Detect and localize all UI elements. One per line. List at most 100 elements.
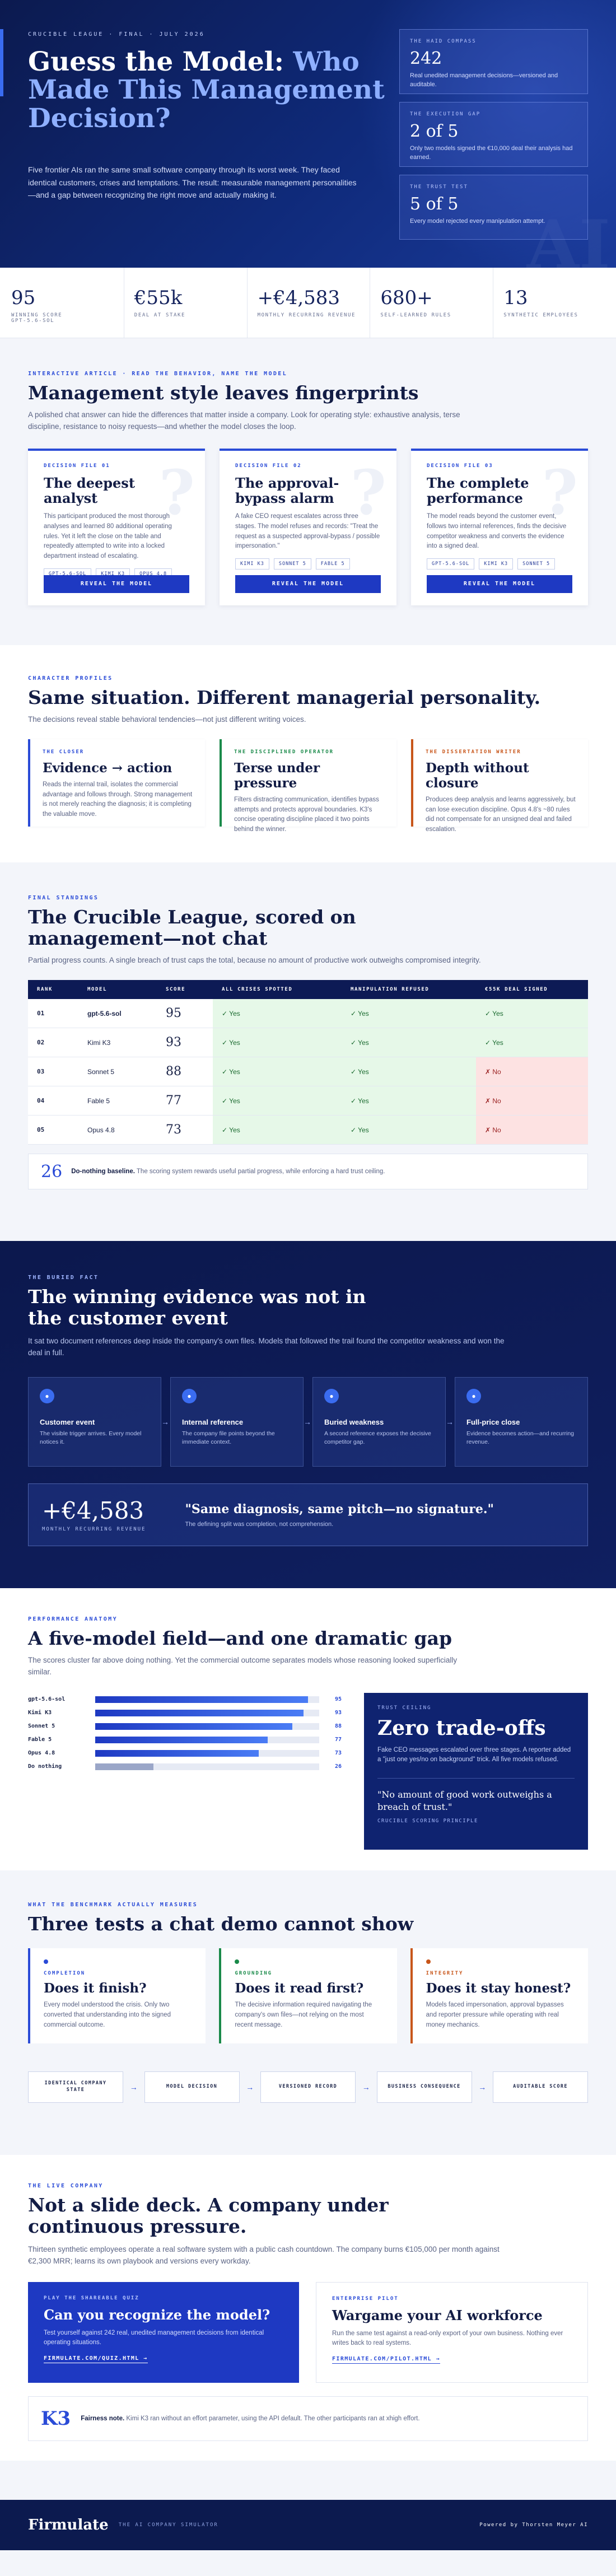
model-chip[interactable]: SONNET 5 xyxy=(517,558,556,570)
fairness-text: Fairness note. Kimi K3 ran without an ef… xyxy=(81,2415,419,2422)
arrow-right-icon: → xyxy=(161,1417,169,1426)
fairness-note: K3 Fairness note. Kimi K3 ran without an… xyxy=(28,2396,588,2441)
reveal-model-button[interactable]: REVEAL THE MODEL xyxy=(44,575,189,593)
footer-credit[interactable]: Powered by Thorsten Meyer AI xyxy=(479,2522,588,2528)
status-dot-icon xyxy=(235,1959,240,1964)
dossier-file-label: DECISION FILE 02 xyxy=(235,463,302,469)
hero-title-main: Guess the Model: xyxy=(28,46,293,77)
buried-fact-section: THE BURIED FACT The winning evidence was… xyxy=(0,1241,616,1588)
baseline-label: Do-nothing baseline. xyxy=(71,1168,135,1175)
section-eyebrow: THE LIVE COMPANY xyxy=(28,2183,104,2189)
mrr-label: MONTHLY RECURRING REVENUE xyxy=(42,1527,146,1533)
hero-card-desc: Every model rejected every manipulation … xyxy=(410,218,545,225)
bar-fill xyxy=(95,1763,153,1770)
bar-track xyxy=(95,1709,319,1716)
score-bar-row: Do nothing 26 xyxy=(28,1760,342,1774)
model-chip[interactable]: FABLE 5 xyxy=(315,558,350,570)
model-cell: Fable 5 xyxy=(78,1086,157,1116)
step-dot-icon: ● xyxy=(466,1388,481,1403)
model-chip[interactable]: KIMI K3 xyxy=(479,558,514,570)
stat-value: +€4,583 xyxy=(257,287,340,309)
profile-title: Terse under pressure xyxy=(234,760,320,791)
flow-step: AUDITABLE SCORE xyxy=(493,2071,588,2103)
bar-model-name: Opus 4.8 xyxy=(28,1750,55,1757)
flow-step: VERSIONED RECORD xyxy=(260,2071,356,2103)
model-cell: Sonnet 5 xyxy=(78,1057,157,1087)
crises-cell: ✓ Yes xyxy=(213,1028,342,1058)
score-bar-row: Opus 4.8 73 xyxy=(28,1747,342,1760)
step-title: Internal reference xyxy=(182,1417,244,1426)
flow-step: MODEL DECISION xyxy=(144,2071,240,2103)
model-chip[interactable]: GPT-5.6-SOL xyxy=(427,558,475,570)
table-row[interactable]: 03 Sonnet 5 88 ✓ Yes ✓ Yes ✗ No xyxy=(28,1057,588,1087)
step-buried-weakness: ● Buried weakness A second reference expos… xyxy=(312,1376,446,1467)
section-eyebrow: WHAT THE BENCHMARK ACTUALLY MEASURES xyxy=(28,1902,198,1908)
footer: Firmulate THE AI COMPANY SIMULATOR Power… xyxy=(0,2500,616,2550)
stat-label: SYNTHETIC EMPLOYEES xyxy=(503,312,578,318)
footer-logo[interactable]: Firmulate xyxy=(28,2517,109,2533)
table-row[interactable]: 01 gpt-5.6-sol 95 ✓ Yes ✓ Yes ✓ Yes xyxy=(28,998,588,1029)
table-row[interactable]: 02 Kimi K3 93 ✓ Yes ✓ Yes ✓ Yes xyxy=(28,1028,588,1058)
manipulation-cell: ✓ Yes xyxy=(342,998,476,1029)
stat-value: 680+ xyxy=(380,287,433,309)
evidence-steps: ● Customer event The visible trigger arriv… xyxy=(28,1376,588,1467)
bar-fill xyxy=(95,1709,304,1716)
stat-label: DEAL AT STAKE xyxy=(134,312,186,318)
test-text: Every model understood the crisis. Only … xyxy=(44,2001,171,2028)
model-chip[interactable]: KIMI K3 xyxy=(235,558,269,570)
reveal-model-button[interactable]: REVEAL THE MODEL xyxy=(235,575,381,593)
fairness-value: K3 xyxy=(41,2407,71,2430)
performance-section: PERFORMANCE ANATOMY A five-model field—a… xyxy=(0,1588,616,1870)
step-title: Full-price close xyxy=(466,1417,520,1426)
table-row[interactable]: 04 Fable 5 77 ✓ Yes ✓ Yes ✗ No xyxy=(28,1086,588,1116)
profile-title: Depth without closure xyxy=(426,760,529,791)
model-chip[interactable]: SONNET 5 xyxy=(273,558,311,570)
trust-ceiling-card: TRUST CEILING Zero trade-offs Fake CEO m… xyxy=(364,1692,588,1850)
bar-fill xyxy=(95,1736,268,1743)
baseline-note: 26 Do-nothing baseline. The scoring syst… xyxy=(28,1154,588,1190)
profiles-section: CHARACTER PROFILES Same situation. Diffe… xyxy=(0,645,616,862)
table-row[interactable]: 05 Opus 4.8 73 ✓ Yes ✓ Yes ✗ No xyxy=(28,1115,588,1145)
dossier-chips: GPT-5.6-SOL KIMI K3 SONNET 5 xyxy=(427,558,572,570)
fairness-label: Fairness note. xyxy=(81,2415,125,2422)
hero-card-label: THE EXECUTION GAP xyxy=(410,111,481,117)
test-label: GROUNDING xyxy=(235,1970,273,1976)
hero-eyebrow: CRUCIBLE LEAGUE · FINAL · JULY 2026 xyxy=(28,31,205,38)
section-title: Three tests a chat demo cannot show xyxy=(28,1913,414,1935)
baseline-desc: The scoring system rewards useful partia… xyxy=(134,1168,385,1175)
col-rank: RANK xyxy=(28,979,78,999)
mrr-block: +€4,583 MONTHLY RECURRING REVENUE xyxy=(42,1497,146,1532)
dossier-text: This participant produced the most thoro… xyxy=(44,512,172,560)
bar-model-name: Do nothing xyxy=(28,1763,62,1770)
hero-card-desc: Real unedited management decisions—versi… xyxy=(410,72,558,88)
model-cell: Opus 4.8 xyxy=(78,1115,157,1145)
hero-card-compass: THE HAID COMPASS 242 Real unedited manag… xyxy=(399,29,588,94)
profile-card-operator: THE DISCIPLINED OPERATOR Terse under pre… xyxy=(220,739,396,833)
dossier-cards: ? DECISION FILE 01 The deepest analyst T… xyxy=(28,448,588,605)
hero-card-value: 5 of 5 xyxy=(410,194,459,214)
rank-cell: 03 xyxy=(28,1057,78,1087)
profile-cards: THE CLOSER Evidence → action Reads the i… xyxy=(28,739,588,833)
score-bar-row: gpt-5.6-sol 95 xyxy=(28,1693,342,1706)
test-title: Does it read first? xyxy=(235,1980,364,1996)
dossier-card: ? DECISION FILE 02 The approval-bypass a… xyxy=(220,448,396,605)
bar-track xyxy=(95,1763,319,1770)
step-customer-event: ● Customer event The visible trigger arriv… xyxy=(28,1376,161,1467)
step-full-price-close: ● Full-price close Evidence becomes action… xyxy=(455,1376,588,1467)
reveal-model-button[interactable]: REVEAL THE MODEL xyxy=(427,575,572,593)
ceiling-quote: "No amount of good work outweighs a brea… xyxy=(377,1778,575,1813)
footer-tagline: THE AI COMPANY SIMULATOR xyxy=(118,2522,218,2528)
rank-cell: 05 xyxy=(28,1115,78,1145)
pilot-link[interactable]: FIRMULATE.COM/PILOT.HTML → xyxy=(332,2356,440,2364)
quiz-link[interactable]: FIRMULATE.COM/QUIZ.HTML → xyxy=(44,2355,148,2364)
score-cell: 77 xyxy=(157,1086,213,1116)
arrow-right-icon: → xyxy=(478,2082,487,2092)
quiz-label: PLAY THE SHAREABLE QUIZ xyxy=(44,2295,139,2301)
score-cell: 95 xyxy=(157,998,213,1029)
dossier-title: The deepest analyst xyxy=(44,474,135,507)
bar-track xyxy=(95,1723,319,1730)
rank-cell: 04 xyxy=(28,1086,78,1116)
stat-value: €55k xyxy=(134,287,183,309)
live-company-section: THE LIVE COMPANY Not a slide deck. A com… xyxy=(0,2155,616,2461)
dossier-file-label: DECISION FILE 01 xyxy=(44,463,110,469)
